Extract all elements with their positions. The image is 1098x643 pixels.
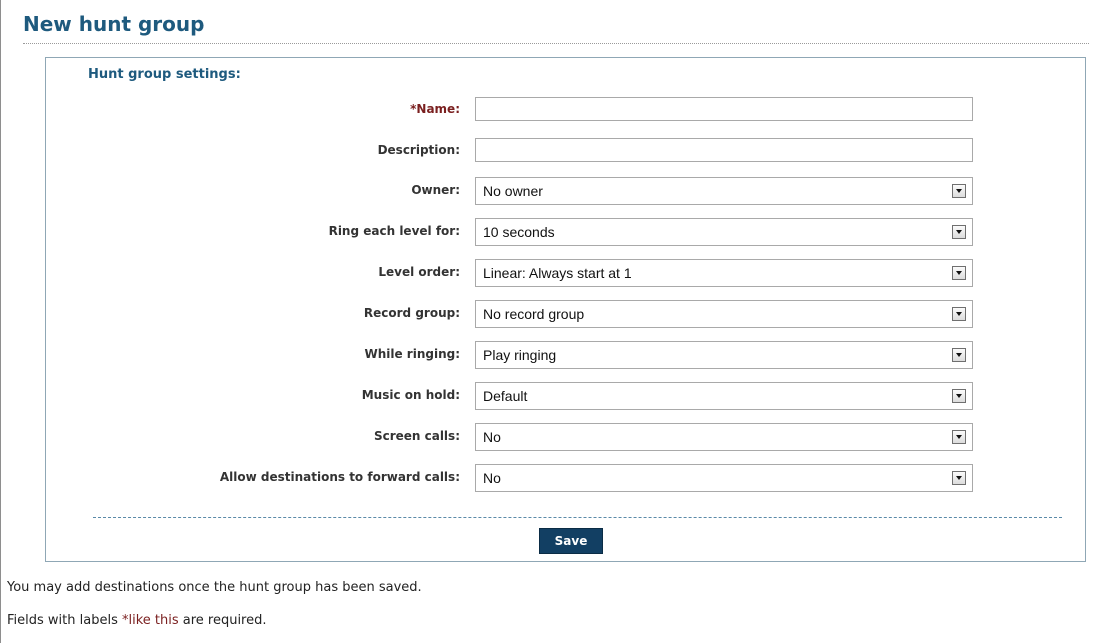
screen-calls-select-value: No (483, 429, 501, 445)
chevron-down-icon[interactable] (952, 184, 966, 198)
allow-forward-select[interactable]: No (475, 464, 973, 492)
description-row: Description: (46, 137, 1085, 163)
while-ringing-select-value: Play ringing (483, 347, 557, 363)
required-note-sample: *like this (121, 613, 179, 628)
name-field[interactable] (475, 97, 973, 121)
ring-each-level-select[interactable]: 10 seconds (475, 218, 973, 246)
while-ringing-row: While ringing: Play ringing (46, 341, 1085, 369)
record-group-select-value: No record group (483, 306, 585, 322)
record-group-label: Record group: (363, 306, 460, 320)
section-title: Hunt group settings: (88, 67, 241, 82)
level-order-select[interactable]: Linear: Always start at 1 (475, 259, 973, 287)
owner-select-value: No owner (483, 183, 543, 199)
chevron-down-icon[interactable] (952, 430, 966, 444)
page: New hunt group Hunt group settings: *Nam… (0, 0, 1098, 643)
level-order-label: Level order: (378, 265, 460, 279)
level-order-select-value: Linear: Always start at 1 (483, 265, 632, 281)
page-title: New hunt group (23, 12, 205, 36)
hunt-group-settings-panel: Hunt group settings: *Name: Description:… (45, 57, 1086, 562)
screen-calls-row: Screen calls: No (46, 423, 1085, 451)
allow-forward-label: Allow destinations to forward calls: (219, 470, 460, 484)
required-fields-note: Fields with labels *like this are requir… (7, 612, 267, 630)
owner-label: Owner: (411, 183, 460, 197)
chevron-down-icon[interactable] (952, 307, 966, 321)
title-divider (23, 43, 1089, 44)
while-ringing-label: While ringing: (364, 347, 460, 361)
form-divider (93, 517, 1062, 518)
chevron-down-icon[interactable] (952, 266, 966, 280)
music-on-hold-select-value: Default (483, 388, 528, 404)
allow-forward-row: Allow destinations to forward calls: No (46, 464, 1085, 492)
music-on-hold-label: Music on hold: (361, 388, 460, 402)
record-group-row: Record group: No record group (46, 300, 1085, 328)
level-order-row: Level order: Linear: Always start at 1 (46, 259, 1085, 287)
name-label-text: Name: (416, 102, 460, 116)
destinations-note: You may add destinations once the hunt g… (7, 580, 422, 595)
ring-each-level-label: Ring each level for: (328, 224, 460, 238)
music-on-hold-select[interactable]: Default (475, 382, 973, 410)
required-note-prefix: Fields with labels (7, 613, 122, 628)
chevron-down-icon[interactable] (952, 389, 966, 403)
chevron-down-icon[interactable] (952, 348, 966, 362)
music-on-hold-row: Music on hold: Default (46, 382, 1085, 410)
owner-select[interactable]: No owner (475, 177, 973, 205)
required-note-suffix: are required. (178, 613, 267, 628)
ring-each-level-row: Ring each level for: 10 seconds (46, 218, 1085, 246)
ring-each-level-select-value: 10 seconds (483, 224, 555, 240)
screen-calls-select[interactable]: No (475, 423, 973, 451)
while-ringing-select[interactable]: Play ringing (475, 341, 973, 369)
allow-forward-select-value: No (483, 470, 501, 486)
owner-row: Owner: No owner (46, 177, 1085, 205)
description-label: Description: (377, 143, 460, 157)
name-row: *Name: (46, 96, 1085, 122)
name-label: *Name: (410, 96, 460, 122)
chevron-down-icon[interactable] (952, 225, 966, 239)
screen-calls-label: Screen calls: (373, 429, 460, 443)
save-button[interactable]: Save (539, 528, 603, 554)
description-field[interactable] (475, 138, 973, 162)
chevron-down-icon[interactable] (952, 471, 966, 485)
record-group-select[interactable]: No record group (475, 300, 973, 328)
